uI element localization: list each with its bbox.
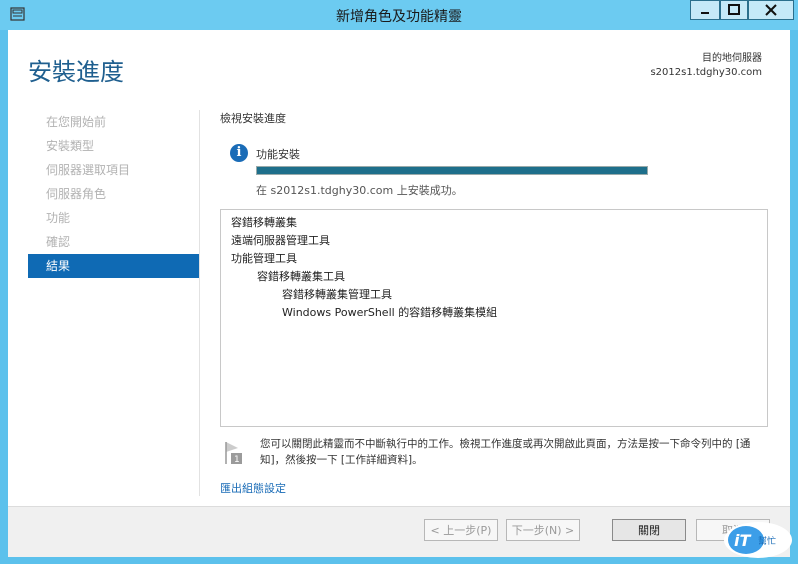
wizard-header: 安裝進度 目的地伺服器 s2012s1.tdghy30.com: [8, 30, 790, 102]
maximize-icon: [728, 4, 740, 15]
export-config-link[interactable]: 匯出組態設定: [220, 480, 286, 496]
wizard-client: 安裝進度 目的地伺服器 s2012s1.tdghy30.com 在您開始前 安裝類…: [8, 30, 790, 557]
minimize-icon: [701, 12, 709, 14]
result-item: 容錯移轉叢集工具: [257, 270, 345, 283]
progress-fill: [257, 167, 647, 174]
close-window-button[interactable]: [748, 0, 794, 20]
result-item: 功能管理工具: [231, 252, 297, 265]
progress-bar: [256, 166, 648, 175]
wizard-footer: < 上一步(P) 下一步(N) > 關閉 取消: [8, 506, 790, 557]
nav-item[interactable]: 確認: [28, 230, 200, 254]
result-item: Windows PowerShell 的容錯移轉叢集模組: [282, 306, 498, 319]
result-item: 容錯移轉叢集: [231, 216, 297, 229]
window-title: 新增角色及功能精靈: [336, 9, 462, 25]
section-title: 檢視安裝進度: [220, 112, 286, 125]
logo-text: 幫忙: [758, 535, 776, 547]
info-icon: i: [230, 144, 248, 162]
note-badge: 1: [234, 455, 240, 465]
result-item: 容錯移轉叢集管理工具: [282, 288, 392, 301]
dest-server: s2012s1.tdghy30.com: [650, 67, 762, 78]
maximize-button[interactable]: [720, 0, 748, 20]
nav-item[interactable]: 伺服器選取項目: [28, 158, 200, 182]
close-icon: [765, 4, 777, 16]
next-button[interactable]: 下一步(N) >: [506, 519, 580, 541]
wizard-window: 新增角色及功能精靈 安裝進度 目的地伺服器 s2012s1.tdghy30.co…: [0, 0, 798, 564]
nav-item[interactable]: 安裝類型: [28, 134, 200, 158]
prev-button[interactable]: < 上一步(P): [424, 519, 498, 541]
nav-item[interactable]: 伺服器角色: [28, 182, 200, 206]
minimize-button[interactable]: [690, 0, 720, 20]
page-title: 安裝進度: [28, 58, 124, 86]
logo-brand: iT: [734, 531, 751, 550]
nav-item[interactable]: 結果: [28, 254, 200, 278]
result-item: 遠端伺服器管理工具: [231, 234, 330, 247]
destination-server: 目的地伺服器 s2012s1.tdghy30.com: [650, 52, 762, 80]
dest-label: 目的地伺服器: [702, 53, 762, 64]
status-label: 功能安裝: [256, 148, 300, 161]
wizard-main: 檢視安裝進度 i 功能安裝 在 s2012s1.tdghy30.com 上安裝成…: [220, 110, 772, 495]
results-list[interactable]: 容錯移轉叢集遠端伺服器管理工具 功能管理工具容錯移轉叢集工具容錯移轉叢集管理工具 W…: [220, 209, 768, 427]
wizard-nav: 在您開始前 安裝類型 伺服器選取項目 伺服器角色 功能 確認 結果: [28, 110, 200, 278]
notification-flag-icon: 1: [225, 442, 242, 465]
note-text: 您可以關閉此精靈而不中斷執行中的工作。檢視工作進度或再次開啟此頁面，方法是按一下…: [260, 438, 751, 466]
ithome-logo: iT 幫忙: [724, 522, 792, 558]
nav-divider: [199, 110, 200, 496]
close-button[interactable]: 關閉: [612, 519, 686, 541]
title-bar[interactable]: 新增角色及功能精靈: [0, 0, 798, 30]
nav-item[interactable]: 在您開始前: [28, 110, 200, 134]
nav-item[interactable]: 功能: [28, 206, 200, 230]
success-text: 在 s2012s1.tdghy30.com 上安裝成功。: [256, 184, 463, 197]
